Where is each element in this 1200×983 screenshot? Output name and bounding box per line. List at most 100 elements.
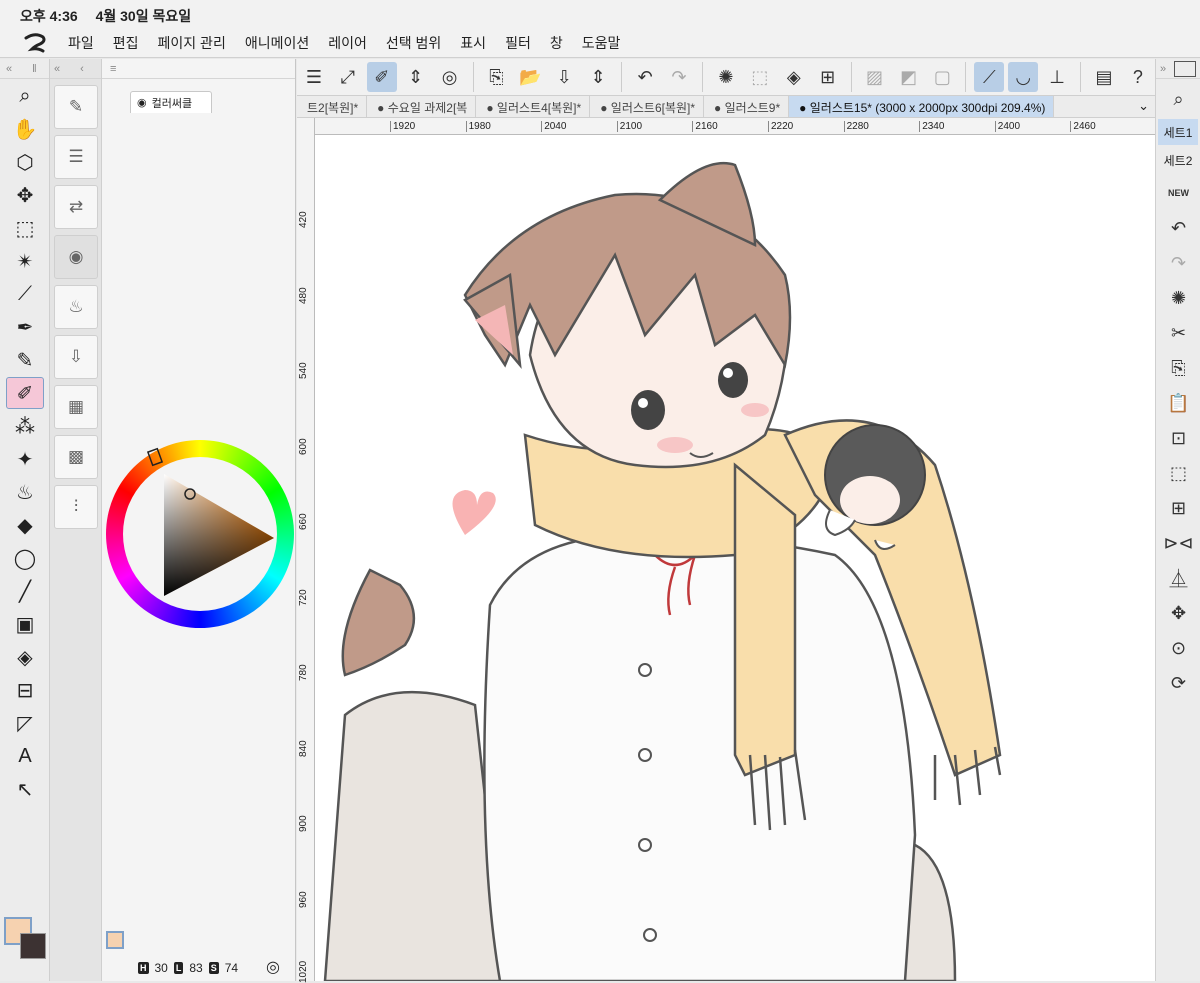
blend-tool-icon[interactable]: ♨ xyxy=(6,476,44,508)
redo-icon[interactable]: ↷ xyxy=(664,62,694,92)
material-icon[interactable]: ⇩ xyxy=(54,335,98,379)
snap-ruler-icon[interactable]: ⟋ xyxy=(974,62,1005,92)
clear-outside-icon[interactable]: ▨ xyxy=(860,62,890,92)
3d-object-tool-icon[interactable]: ⬡ xyxy=(6,146,44,178)
move-layer-icon[interactable]: ✥ xyxy=(1156,598,1200,628)
fit-screen-icon[interactable]: ⊙ xyxy=(1156,633,1200,663)
doc-tab[interactable]: ● 일러스트4[복원]* xyxy=(476,96,591,117)
collapse-left-icon[interactable]: « xyxy=(6,63,12,75)
navigator-icon[interactable]: ▩ xyxy=(54,435,98,479)
eraser-tool-icon[interactable]: ◆ xyxy=(6,509,44,541)
color-mode-icon[interactable]: ◎ xyxy=(266,957,280,977)
doc-tab-active[interactable]: ● 일러스트15* (3000 x 2000px 300dpi 209.4%) xyxy=(789,96,1055,117)
new-file-icon[interactable]: ⎘ xyxy=(482,62,512,92)
flip-horizontal-icon[interactable]: ⊳⊲ xyxy=(1156,528,1200,558)
set-1-tab[interactable]: 세트1 xyxy=(1158,119,1198,145)
up-down-icon-2[interactable]: ⇕ xyxy=(583,62,613,92)
app-gallery-icon[interactable]: ◎ xyxy=(435,62,465,92)
transform-icon[interactable]: ⊞ xyxy=(813,62,843,92)
undo-icon[interactable]: ↶ xyxy=(630,62,660,92)
color-circle-icon[interactable]: ◉ xyxy=(54,235,98,279)
menu-help[interactable]: 도움말 xyxy=(582,33,621,53)
zoom-tool-icon[interactable]: ⌕ xyxy=(6,80,44,112)
set-2-tab[interactable]: 세트2 xyxy=(1158,147,1198,173)
pen-pressure-icon[interactable]: ✐ xyxy=(366,62,397,92)
menu-view[interactable]: 표시 xyxy=(460,33,486,53)
doc-tab[interactable]: ● 수요일 과제2[복 xyxy=(367,96,477,117)
menu-window[interactable]: 창 xyxy=(550,33,563,53)
rotate-view-icon[interactable]: ⟳ xyxy=(1156,668,1200,698)
scale-rotate-icon[interactable]: ⊡ xyxy=(1156,423,1200,453)
eyedropper-tool-icon[interactable]: ⟋ xyxy=(6,278,44,310)
layer-property-icon[interactable]: ⫶ xyxy=(54,485,98,529)
frame-tool-icon[interactable]: ⊟ xyxy=(6,674,44,706)
fit-view-icon[interactable]: ⤢ xyxy=(333,62,363,92)
pencil-tool-icon[interactable]: ✎ xyxy=(6,344,44,376)
doc-tab[interactable]: ● 일러스트9* xyxy=(704,96,790,117)
undo-icon-right[interactable]: ↶ xyxy=(1156,213,1200,243)
panel-grip-icon[interactable]: ‖ xyxy=(32,63,37,75)
hue-marker[interactable] xyxy=(146,447,164,467)
select-all-icon[interactable]: ▢ xyxy=(927,62,957,92)
brush-tool-icon[interactable]: ✐ xyxy=(6,377,44,409)
menu-icon[interactable]: ☰ xyxy=(299,62,329,92)
open-folder-icon[interactable]: 📂 xyxy=(515,62,545,92)
tool-property-icon[interactable]: ☰ xyxy=(54,135,98,179)
drawing-canvas[interactable] xyxy=(315,135,1155,981)
companion-mode-icon[interactable]: ▤ xyxy=(1089,62,1119,92)
free-transform-icon[interactable]: ⬚ xyxy=(1156,458,1200,488)
fill-icon[interactable]: ◈ xyxy=(779,62,809,92)
panel-dropdown[interactable] xyxy=(1174,60,1197,77)
auto-select-tool-icon[interactable]: ✴ xyxy=(6,245,44,277)
sub-tool-brush-icon[interactable]: ✎ xyxy=(54,85,98,129)
save-icon[interactable]: ⇩ xyxy=(549,62,579,92)
chevron-left-icon[interactable]: ‹ xyxy=(80,63,84,75)
up-down-icon[interactable]: ⇕ xyxy=(401,62,431,92)
search-icon[interactable]: ⌕ xyxy=(1156,84,1200,114)
object-tool-icon[interactable]: ↖ xyxy=(6,773,44,805)
menu-filter[interactable]: 필터 xyxy=(505,33,531,53)
mesh-transform-icon[interactable]: ⊞ xyxy=(1156,493,1200,523)
snap-special-ruler-icon[interactable]: ◡ xyxy=(1008,62,1039,92)
text-tool-icon[interactable]: A xyxy=(6,740,44,772)
panel-menu-icon[interactable]: ≡ xyxy=(110,63,116,75)
paste-icon[interactable]: 📋 xyxy=(1156,388,1200,418)
doc-tab[interactable]: ● 일러스트6[복원]* xyxy=(590,96,705,117)
gradient-tool-icon[interactable]: ▣ xyxy=(6,608,44,640)
menu-layer[interactable]: 레이어 xyxy=(328,33,367,53)
airbrush-tool-icon[interactable]: ⁂ xyxy=(6,410,44,442)
flip-vertical-icon[interactable]: ⏅ xyxy=(1156,563,1200,593)
snap-grid-icon[interactable]: ⊥ xyxy=(1042,62,1072,92)
doc-tab[interactable]: 트2[복원]* xyxy=(297,96,368,117)
marquee-tool-icon[interactable]: ⬚ xyxy=(6,212,44,244)
menu-edit[interactable]: 편집 xyxy=(113,33,139,53)
hand-tool-icon[interactable]: ✋ xyxy=(6,113,44,145)
app-logo-icon[interactable] xyxy=(22,32,48,54)
clear-inside-icon[interactable]: ◩ xyxy=(894,62,924,92)
tabs-dropdown-chevron-icon[interactable]: ⌄ xyxy=(1138,98,1149,114)
copy-icon[interactable]: ⎘ xyxy=(1156,353,1200,383)
new-badge-icon[interactable]: NEW xyxy=(1156,178,1200,208)
pen-tool-icon[interactable]: ✒ xyxy=(6,311,44,343)
fill-tool-icon[interactable]: ◈ xyxy=(6,641,44,673)
ruler-tool-icon[interactable]: ◸ xyxy=(6,707,44,739)
deselect-icon-right[interactable]: ✺ xyxy=(1156,283,1200,313)
selection-show-icon[interactable]: ⬚ xyxy=(745,62,775,92)
cut-icon[interactable]: ✂ xyxy=(1156,318,1200,348)
deselect-icon[interactable]: ✺ xyxy=(711,62,741,92)
move-tool-icon[interactable]: ✥ xyxy=(6,179,44,211)
menu-animation[interactable]: 애니메이션 xyxy=(245,33,309,53)
tab-color-circle[interactable]: ◉ 컬러써클 xyxy=(130,91,212,113)
lasso-tool-icon[interactable]: ◯ xyxy=(6,542,44,574)
redo-icon-right[interactable]: ↷ xyxy=(1156,248,1200,278)
line-tool-icon[interactable]: ╱ xyxy=(6,575,44,607)
color-set-icon[interactable]: ♨ xyxy=(54,285,98,329)
decoration-tool-icon[interactable]: ✦ xyxy=(6,443,44,475)
brush-size-icon[interactable]: ⇄ xyxy=(54,185,98,229)
sub-color-swatch[interactable] xyxy=(20,933,46,959)
menu-file[interactable]: 파일 xyxy=(68,33,94,53)
hue-ring[interactable] xyxy=(106,440,294,628)
menu-selection[interactable]: 선택 범위 xyxy=(386,33,441,53)
help-icon[interactable]: ? xyxy=(1123,62,1153,92)
collapse-icon[interactable]: « xyxy=(54,63,60,75)
